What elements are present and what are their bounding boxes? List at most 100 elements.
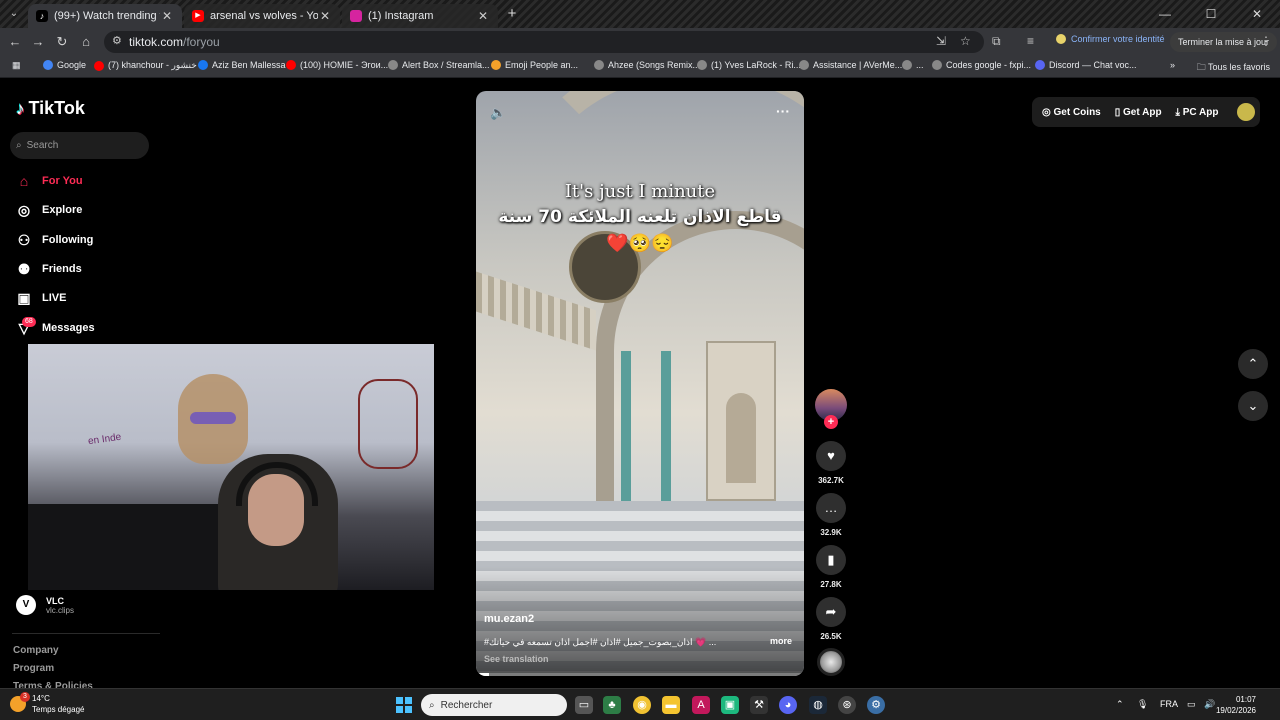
- close-tab-icon[interactable]: ✕: [476, 9, 490, 23]
- bookmark-item[interactable]: Google: [43, 60, 86, 70]
- tab-instagram[interactable]: (1) Instagram ✕: [342, 4, 498, 28]
- share-button[interactable]: ➦: [816, 597, 846, 627]
- video-player[interactable]: 🔈 ··· It's just I minute قاطع الاذان تلع…: [476, 91, 804, 676]
- system-clock[interactable]: 01:07 19/02/2026: [1216, 694, 1256, 716]
- tray-chevron-up-icon[interactable]: ⌃: [1116, 699, 1124, 710]
- nav-live[interactable]: ▣ LIVE: [16, 290, 66, 306]
- close-window-icon[interactable]: ✕: [1234, 0, 1280, 28]
- comment-button[interactable]: …: [816, 493, 846, 523]
- extensions-puzzle-icon[interactable]: ⧉: [992, 34, 1001, 49]
- live-icon: ▣: [17, 290, 31, 306]
- forward-arrow-icon[interactable]: →: [29, 33, 47, 51]
- close-tab-icon[interactable]: ✕: [318, 9, 332, 23]
- taskbar-search-input[interactable]: ⌕ Rechercher: [421, 694, 567, 716]
- maximize-icon[interactable]: ☐: [1188, 0, 1234, 28]
- bookmark-star-icon[interactable]: ☆: [960, 34, 971, 48]
- see-translation-link[interactable]: See translation: [484, 654, 549, 664]
- apps-grid-icon[interactable]: ▦: [12, 60, 21, 71]
- footer-link-program[interactable]: Program: [13, 663, 54, 674]
- tiktok-logo[interactable]: ♪ TikTok: [16, 98, 85, 119]
- previous-video-chevron-up-icon[interactable]: ⌃: [1238, 349, 1268, 379]
- avatar: V: [16, 595, 36, 615]
- nav-friends[interactable]: ⚉ Friends: [16, 261, 82, 277]
- search-input[interactable]: ⌕ Search: [10, 132, 149, 159]
- app-icon[interactable]: ▣: [721, 696, 739, 714]
- bookmark-item[interactable]: Ahzee (Songs Remix...: [594, 60, 700, 70]
- music-disc-icon[interactable]: [817, 648, 845, 676]
- bookmark-item[interactable]: Codes google - fxpi...: [932, 60, 1031, 70]
- bookmarks-overflow-icon[interactable]: »: [1170, 60, 1175, 70]
- install-app-icon[interactable]: ⇲: [936, 34, 946, 48]
- all-bookmarks-button[interactable]: 🗀 Tous les favoris: [1197, 60, 1270, 76]
- nav-explore[interactable]: ◎ Explore: [16, 202, 82, 218]
- tiktok-icon: ♪: [36, 10, 48, 22]
- microphone-icon[interactable]: 🎙: [1137, 699, 1148, 710]
- new-tab-plus-icon[interactable]: +: [504, 6, 520, 22]
- identity-prompt[interactable]: Confirmer votre identité: [1056, 34, 1165, 44]
- app-icon[interactable]: ♣: [603, 696, 621, 714]
- tab-tiktok[interactable]: ♪ (99+) Watch trending videos for ✕: [28, 4, 182, 28]
- reading-list-icon[interactable]: ≡: [1027, 34, 1034, 48]
- reload-icon[interactable]: ↻: [53, 33, 71, 51]
- bookmark-item[interactable]: Discord — Chat voc...: [1035, 60, 1137, 70]
- get-app-button[interactable]: ▯ Get App: [1115, 107, 1162, 118]
- language-indicator[interactable]: FRA: [1160, 699, 1178, 709]
- back-arrow-icon[interactable]: ←: [6, 33, 24, 51]
- steam-icon[interactable]: ◍: [809, 696, 827, 714]
- bookmark-item[interactable]: Emoji People an...: [491, 60, 578, 70]
- app-icon[interactable]: ⊛: [838, 696, 856, 714]
- video-username[interactable]: mu.ezan2: [484, 613, 534, 625]
- next-video-chevron-down-icon[interactable]: ⌄: [1238, 391, 1268, 421]
- address-bar[interactable]: ⚙ tiktok.com/foryou ⇲ ☆: [104, 31, 984, 53]
- video-progress-bar[interactable]: [476, 673, 804, 676]
- volume-icon[interactable]: 🔊: [1204, 699, 1215, 710]
- bookmark-item[interactable]: (7) khanchour - خنشور: [94, 60, 197, 71]
- task-view-icon[interactable]: ▭: [575, 696, 593, 714]
- bookmark-item[interactable]: Aziz Ben Mallessa: [198, 60, 286, 70]
- home-button-icon[interactable]: ⌂: [77, 33, 95, 51]
- like-count: 362.7K: [818, 476, 844, 485]
- pc-app-button[interactable]: ⤓ PC App: [1176, 107, 1219, 118]
- bookmark-item[interactable]: Alert Box / Streamla...: [388, 60, 490, 70]
- mihrab: [706, 341, 776, 501]
- weather-widget[interactable]: 3 14°C Temps dégagé: [10, 692, 84, 715]
- nav-following[interactable]: ⚇ Following: [16, 232, 94, 248]
- site-info-icon[interactable]: ⚙: [112, 34, 122, 47]
- home-icon: ⌂: [19, 173, 29, 189]
- file-explorer-icon[interactable]: ▬: [662, 696, 680, 714]
- bookmark-item[interactable]: Assistance | AVerMe...: [799, 60, 902, 70]
- network-icon[interactable]: ▭: [1187, 699, 1196, 710]
- video-caption-english: It's just I minute: [564, 181, 716, 202]
- browser-menu-icon[interactable]: ⋮: [1260, 34, 1272, 48]
- top-actions: ◎ Get Coins ▯ Get App ⤓ PC App: [1032, 97, 1260, 127]
- footer-link-company[interactable]: Company: [13, 645, 59, 656]
- wall-doodle-face: [358, 379, 418, 469]
- like-button[interactable]: ♥: [816, 441, 846, 471]
- app-icon[interactable]: A: [692, 696, 710, 714]
- user-avatar[interactable]: [1236, 103, 1255, 121]
- suggested-account[interactable]: V VLC vlc.clips: [16, 595, 74, 615]
- minimize-icon[interactable]: —: [1142, 0, 1188, 28]
- app-icon[interactable]: ⚒: [750, 696, 768, 714]
- bookmark-item[interactable]: (100) HOMIE - Эгои...: [286, 60, 388, 70]
- bookmark-item[interactable]: ...: [902, 60, 924, 70]
- save-button[interactable]: ▮: [816, 545, 846, 575]
- video-caption-arabic: قاطع الاذان تلعنه الملائكة 70 سنة: [498, 207, 782, 227]
- tab-youtube[interactable]: ▶ arsenal vs wolves - YouTube ✕: [184, 4, 340, 28]
- tab-search-chevron-icon[interactable]: ⌄: [6, 6, 22, 22]
- follow-plus-icon[interactable]: +: [824, 415, 838, 429]
- discord-icon[interactable]: ◕: [779, 696, 797, 714]
- more-options-icon[interactable]: ···: [776, 103, 790, 119]
- globe-icon: [902, 60, 912, 70]
- more-button[interactable]: more: [770, 636, 792, 646]
- bookmark-item[interactable]: (1) Yves LaRock - Ri...: [697, 60, 801, 70]
- get-coins-button[interactable]: ◎ Get Coins: [1042, 107, 1101, 118]
- windows-start-icon[interactable]: [396, 697, 412, 713]
- volume-icon[interactable]: 🔈: [490, 105, 506, 121]
- chrome-icon[interactable]: ◉: [633, 696, 651, 714]
- settings-gear-icon[interactable]: ⚙: [867, 696, 885, 714]
- nav-for-you[interactable]: ⌂ For You: [16, 173, 83, 189]
- browser-toolbar: ← → ↻ ⌂ ⚙ tiktok.com/foryou ⇲ ☆ ⧉ ≡ Conf…: [0, 28, 1280, 56]
- close-tab-icon[interactable]: ✕: [160, 9, 174, 23]
- video-description: #اذان_بصوت_جميل #اذان #اجمل اذان تسمعه ف…: [484, 637, 717, 647]
